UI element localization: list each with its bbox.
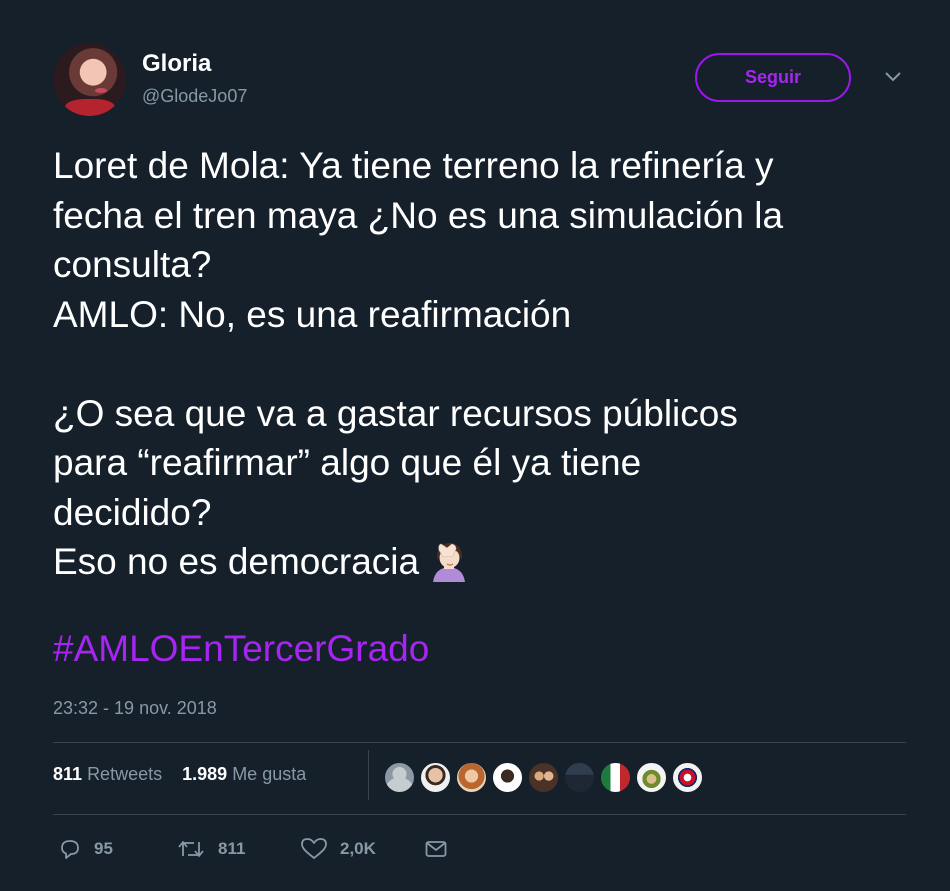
- retweet-stat[interactable]: 811 Retweets: [53, 764, 162, 784]
- avatar-shirt: [65, 99, 115, 116]
- liker-avatars: [383, 761, 704, 794]
- avatar[interactable]: [53, 43, 126, 116]
- reply-count: 95: [94, 839, 113, 858]
- tweet-line: AMLO: No, es una reafirmación: [53, 293, 572, 335]
- like-action[interactable]: 2,0K: [300, 834, 376, 864]
- liker-avatar[interactable]: [599, 761, 632, 794]
- hashtag-link[interactable]: #AMLOEnTercerGrado: [53, 628, 429, 670]
- tweet-line: Loret de Mola: Ya tiene terreno la refin…: [53, 145, 774, 186]
- reply-icon: [61, 840, 79, 859]
- retweet-icon: [178, 841, 204, 857]
- reply-action[interactable]: 95: [58, 834, 113, 864]
- timestamp[interactable]: 23:32 - 19 nov. 2018: [53, 698, 217, 719]
- divider: [53, 814, 906, 815]
- liker-avatar[interactable]: [635, 761, 668, 794]
- engagement-stats: 811 Retweets 1.989 Me gusta: [53, 764, 306, 785]
- tweet-line: Eso no es democracia: [53, 541, 420, 582]
- message-action[interactable]: [424, 834, 460, 864]
- retweet-count: 811: [53, 764, 83, 784]
- liker-avatar[interactable]: [491, 761, 524, 794]
- likes-label: Me gusta: [232, 764, 307, 784]
- divider: [53, 742, 906, 743]
- retweet-action[interactable]: 811: [176, 834, 245, 864]
- liker-avatar[interactable]: [455, 761, 488, 794]
- woman-facepalming-icon: [433, 543, 466, 582]
- likes-stat[interactable]: 1.989 Me gusta: [182, 764, 306, 784]
- retweet-action-count: 811: [218, 839, 246, 858]
- tweet-line: decidido?: [53, 491, 212, 533]
- tweet-line-last: Eso no es democracia: [53, 537, 913, 587]
- follow-button[interactable]: Seguir: [695, 53, 851, 102]
- user-handle[interactable]: @GlodeJo07: [142, 86, 247, 107]
- chevron-down-icon[interactable]: [883, 70, 903, 84]
- liker-avatar[interactable]: [671, 761, 704, 794]
- user-name[interactable]: Gloria: [142, 50, 211, 78]
- tweet-line: consulta?: [53, 244, 212, 285]
- liker-avatar[interactable]: [563, 761, 596, 794]
- envelope-icon: [425, 841, 447, 857]
- tweet-text: Loret de Mola: Ya tiene terreno la refin…: [53, 141, 913, 587]
- retweet-label: Retweets: [87, 764, 163, 784]
- liker-avatar[interactable]: [527, 761, 560, 794]
- liker-avatar[interactable]: [383, 761, 416, 794]
- tweet-line: fecha el tren maya ¿No es una simulación…: [53, 194, 784, 236]
- likes-count: 1.989: [182, 764, 228, 784]
- like-action-count: 2,0K: [340, 839, 376, 858]
- liker-avatar[interactable]: [419, 761, 452, 794]
- tweet-line: para “reafirmar” algo que él ya tiene: [53, 442, 642, 483]
- avatar-lips: [95, 88, 107, 93]
- stats-separator: [368, 750, 369, 800]
- tweet-line: ¿O sea que va a gastar recursos públicos: [53, 392, 738, 434]
- heart-icon: [301, 838, 327, 859]
